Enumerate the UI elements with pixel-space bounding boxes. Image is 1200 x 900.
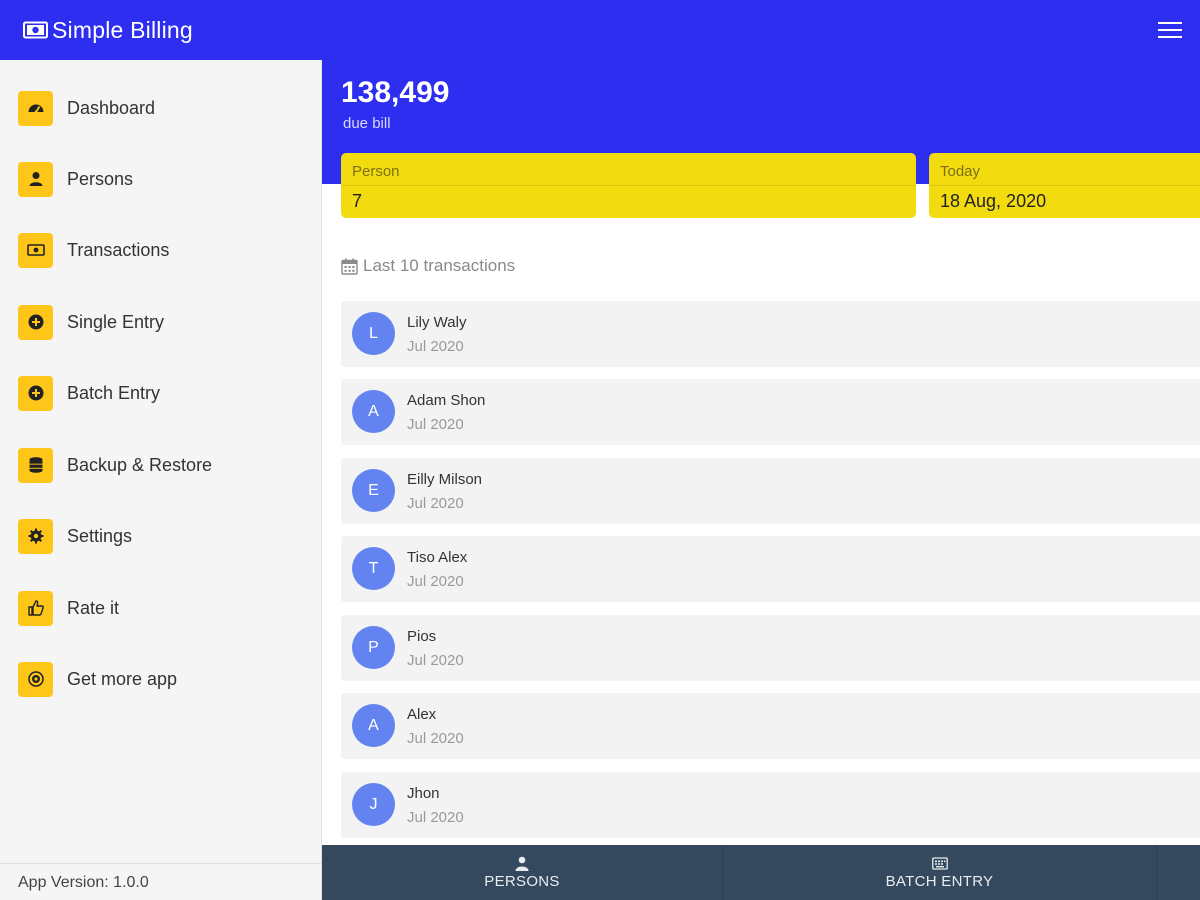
transaction-name: Lily Waly [407, 314, 467, 331]
dashboard-icon [18, 90, 53, 126]
app-title: Simple Billing [52, 16, 193, 43]
avatar: A [352, 390, 395, 433]
keyboard-icon [931, 856, 948, 870]
sidebar-item-backup-restore[interactable]: Backup & Restore [0, 435, 322, 495]
sidebar-item-label: Single Entry [67, 311, 165, 332]
plus-circle-icon [18, 375, 53, 411]
transaction-row[interactable]: E Eilly Milson Jul 2020 [341, 458, 1200, 524]
stat-value: 7 [352, 191, 363, 211]
stat-value: 18 Aug, 2020 [940, 191, 1047, 211]
sidebar-item-label: Batch Entry [67, 382, 161, 403]
sidebar-item-rate-it[interactable]: Rate it [0, 578, 322, 638]
money-bill-icon [18, 232, 53, 268]
section-title: Last 10 transactions [341, 256, 515, 276]
due-amount: 138,499 [341, 76, 450, 109]
avatar: J [352, 783, 395, 826]
sidebar-item-settings[interactable]: Settings [0, 506, 322, 566]
transaction-row[interactable]: L Lily Waly Jul 2020 [341, 301, 1200, 367]
tab-batch-entry[interactable]: BATCH ENTRY [723, 845, 1156, 900]
transaction-row[interactable]: J Jhon Jul 2020 [341, 772, 1200, 838]
transaction-date: Jul 2020 [407, 338, 464, 355]
person-count-card[interactable]: Person 7 [341, 153, 916, 218]
stat-divider [929, 185, 1200, 186]
transaction-row[interactable]: A Alex Jul 2020 [341, 693, 1200, 759]
eye-icon [18, 661, 53, 697]
transaction-name: Eilly Milson [407, 471, 483, 488]
transaction-date: Jul 2020 [407, 573, 464, 590]
sidebar-item-get-more-app[interactable]: Get more app [0, 649, 322, 709]
avatar: L [352, 312, 395, 355]
sidebar-item-label: Settings [67, 525, 133, 546]
stat-label: Today [940, 163, 981, 180]
app-version: App Version: 1.0.0 [0, 863, 322, 900]
transaction-date: Jul 2020 [407, 730, 464, 747]
tab-label: BATCH ENTRY [885, 872, 994, 890]
thumbs-up-icon [18, 590, 53, 626]
sidebar-item-label: Transactions [67, 239, 170, 260]
plus-circle-icon [18, 304, 53, 340]
hamburger-menu-icon[interactable] [1157, 19, 1183, 41]
transaction-date: Jul 2020 [407, 495, 464, 512]
transaction-name: Alex [407, 706, 437, 723]
sidebar-item-batch-entry[interactable]: Batch Entry [0, 363, 322, 423]
sidebar-item-transactions[interactable]: Transactions [0, 220, 322, 280]
transaction-name: Pios [407, 628, 437, 645]
transaction-date: Jul 2020 [407, 809, 464, 826]
avatar: P [352, 626, 395, 669]
dashboard-main: 138,499 due bill Person 7 Today 18 Aug, … [322, 60, 1200, 845]
sidebar-item-dashboard[interactable]: Dashboard [0, 78, 322, 138]
sidebar-item-persons[interactable]: Persons [0, 149, 322, 209]
tab-persons[interactable]: PERSONS [322, 845, 722, 900]
sidebar-item-label: Persons [67, 168, 134, 189]
avatar: A [352, 704, 395, 747]
section-title-text: Last 10 transactions [363, 256, 516, 275]
avatar: E [352, 469, 395, 512]
brand: Simple Billing [23, 17, 193, 44]
transaction-row[interactable]: A Adam Shon Jul 2020 [341, 379, 1200, 445]
bottom-navigation: PERSONS BATCH ENTRY [322, 845, 1200, 900]
tab-divider [1156, 845, 1157, 900]
user-icon [515, 856, 529, 871]
transaction-row[interactable]: P Pios Jul 2020 [341, 615, 1200, 681]
transaction-name: Jhon [407, 785, 440, 802]
sidebar-item-single-entry[interactable]: Single Entry [0, 292, 322, 352]
stat-label: Person [352, 163, 400, 180]
sidebar-item-label: Backup & Restore [67, 454, 213, 475]
transaction-name: Tiso Alex [407, 549, 468, 566]
database-icon [18, 447, 53, 483]
tab-label: PERSONS [484, 872, 560, 890]
calendar-icon [341, 258, 358, 275]
due-label: due bill [343, 115, 391, 132]
today-date-card[interactable]: Today 18 Aug, 2020 [929, 153, 1200, 218]
sidebar-item-label: Dashboard [67, 97, 156, 118]
transaction-date: Jul 2020 [407, 652, 464, 669]
money-bill-icon [23, 21, 48, 39]
transaction-date: Jul 2020 [407, 416, 464, 433]
gear-icon [18, 518, 53, 554]
app-header: Simple Billing [0, 0, 1200, 60]
user-icon [18, 161, 53, 197]
avatar: T [352, 547, 395, 590]
sidebar-item-label: Get more app [67, 668, 178, 689]
sidebar: Dashboard Persons Transactions Single En… [0, 60, 322, 900]
transaction-name: Adam Shon [407, 392, 486, 409]
stat-divider [341, 185, 916, 186]
sidebar-item-label: Rate it [67, 597, 120, 618]
transaction-row[interactable]: T Tiso Alex Jul 2020 [341, 536, 1200, 602]
